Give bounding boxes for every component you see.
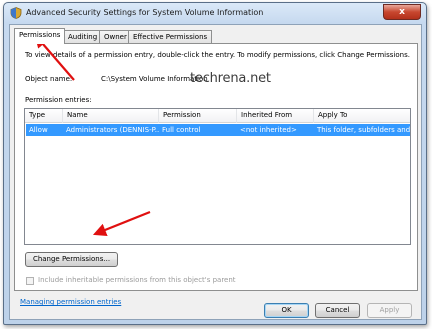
permissions-panel: To view details of a permission entry, d… [14,43,418,291]
tab-permissions[interactable]: Permissions [14,28,66,44]
list-header: Type Name Permission Inherited From Appl… [25,109,410,123]
ok-button[interactable]: OK [264,303,309,318]
column-header-name[interactable]: Name [63,109,159,123]
tab-owner[interactable]: Owner [99,30,132,43]
include-inheritable-label: Include inheritable permissions from thi… [38,276,236,284]
apply-button[interactable]: Apply [367,303,412,318]
change-permissions-button[interactable]: Change Permissions... [25,252,118,267]
watermark-text: techrena.net [190,71,271,86]
close-icon: x [399,7,405,17]
tab-effective-permissions[interactable]: Effective Permissions [128,30,213,43]
permission-entries-label: Permission entries: [25,96,92,104]
tab-auditing[interactable]: Auditing [63,30,103,43]
include-inheritable-checkbox[interactable] [26,277,34,285]
column-header-type[interactable]: Type [25,109,63,123]
cell-name: Administrators (DENNIS-P... [66,126,159,134]
cell-type: Allow [29,126,48,134]
title-bar[interactable]: Advanced Security Settings for System Vo… [4,3,426,23]
close-button[interactable]: x [383,4,421,20]
dialog-window: Advanced Security Settings for System Vo… [3,2,427,325]
column-header-apply-to[interactable]: Apply To [314,109,410,123]
instructions-text: To view details of a permission entry, d… [25,51,410,59]
cell-apply-to: This folder, subfolders and... [317,126,410,134]
cell-inherited-from: <not inherited> [240,126,297,134]
permission-entries-list[interactable]: Type Name Permission Inherited From Appl… [24,108,411,245]
object-name-label: Object name: [25,75,73,83]
cell-permission: Full control [162,126,201,134]
cancel-button[interactable]: Cancel [315,303,360,318]
managing-permission-entries-link[interactable]: Managing permission entries [20,298,121,306]
window-title: Advanced Security Settings for System Vo… [26,8,264,17]
table-row[interactable]: Allow Administrators (DENNIS-P... Full c… [26,124,410,136]
column-header-inherited-from[interactable]: Inherited From [237,109,314,123]
dialog-client-area: Permissions Auditing Owner Effective Per… [9,24,422,320]
shield-icon [10,7,22,19]
column-header-permission[interactable]: Permission [159,109,237,123]
